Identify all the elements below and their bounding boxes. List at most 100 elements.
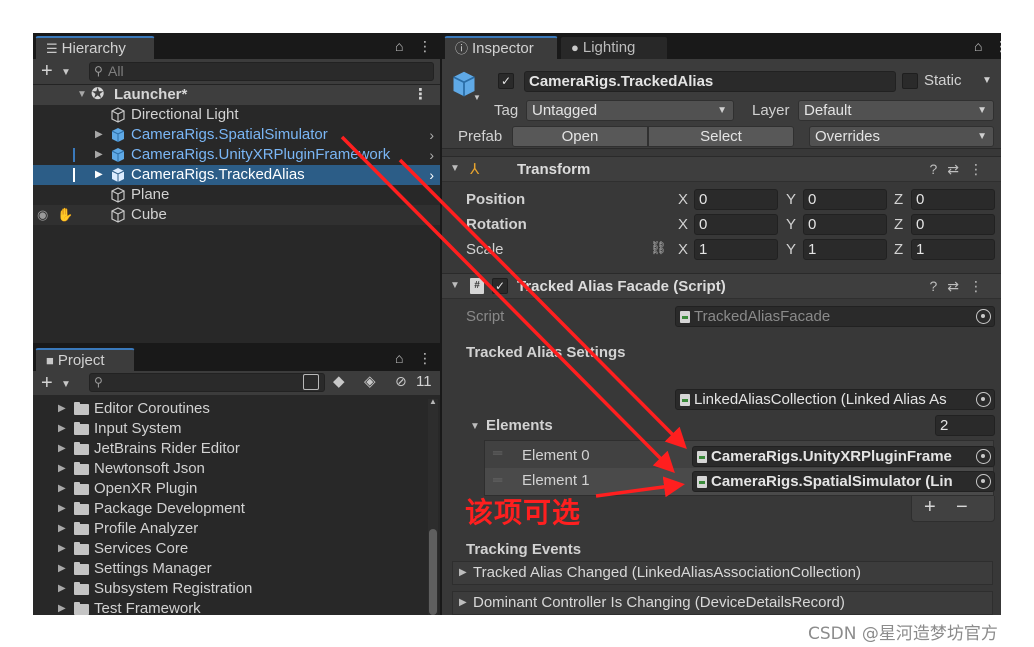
rotation-y-field[interactable]: 0: [803, 214, 887, 235]
tab-project[interactable]: ■ Project: [35, 348, 135, 371]
expand-right-icon[interactable]: ▶: [58, 479, 66, 499]
visibility-eye-icon[interactable]: ◉: [37, 205, 48, 225]
expand-right-icon[interactable]: ▶: [95, 165, 103, 185]
rotation-z-field[interactable]: 0: [911, 214, 995, 235]
hierarchy-item-directional-light[interactable]: Directional Light: [33, 105, 440, 125]
hierarchy-item-unity-xr-plugin-framework[interactable]: ▶ CameraRigs.UnityXRPluginFramework ›: [33, 145, 440, 165]
object-name-field[interactable]: CameraRigs.TrackedAlias: [524, 71, 896, 92]
expand-right-icon[interactable]: ▶: [58, 459, 66, 479]
tab-inspector[interactable]: ⓘ Inspector: [444, 36, 558, 59]
search-by-type-icon[interactable]: [303, 374, 319, 390]
project-folder-row[interactable]: ▶ Profile Analyzer: [33, 519, 428, 539]
position-x-field[interactable]: 0: [694, 189, 778, 210]
kebab-menu-icon[interactable]: ⋮: [418, 38, 432, 55]
overrides-dropdown[interactable]: Overrides ▼: [809, 126, 994, 147]
pickable-hand-icon[interactable]: ✋: [57, 205, 73, 225]
element1-object-field[interactable]: CameraRigs.SpatialSimulator (Lin: [692, 471, 995, 492]
expand-right-icon[interactable]: ▶: [58, 519, 66, 539]
kebab-menu-icon[interactable]: ⋮: [994, 38, 1001, 55]
expand-right-icon[interactable]: ▶: [95, 125, 103, 145]
position-y-field[interactable]: 0: [803, 189, 887, 210]
scale-y-field[interactable]: 1: [803, 239, 887, 260]
object-picker-icon[interactable]: [976, 474, 991, 489]
hierarchy-item-plane[interactable]: Plane: [33, 185, 440, 205]
drag-handle-icon[interactable]: ═: [493, 445, 502, 460]
component-header-icons[interactable]: ?⇄⋮: [929, 278, 993, 295]
scrollbar-thumb[interactable]: [429, 529, 437, 615]
hierarchy-item-cube[interactable]: ◉ ✋ Cube: [33, 205, 440, 225]
linked-alias-collection-field[interactable]: LinkedAliasCollection (Linked Alias As: [675, 389, 995, 410]
scroll-up-icon[interactable]: ▲: [429, 397, 437, 406]
project-folder-row[interactable]: ▶ Newtonsoft Json: [33, 459, 428, 479]
project-folder-row[interactable]: ▶ Services Core: [33, 539, 428, 559]
project-folder-row[interactable]: ▶ JetBrains Rider Editor: [33, 439, 428, 459]
element0-object-field[interactable]: CameraRigs.UnityXRPluginFrame: [692, 446, 995, 467]
tab-lighting[interactable]: ● Lighting: [560, 36, 668, 59]
expand-right-icon[interactable]: ▶: [58, 599, 66, 615]
project-folder-row[interactable]: ▶ OpenXR Plugin: [33, 479, 428, 499]
expand-right-icon[interactable]: ▶: [58, 499, 66, 519]
label-tag-icon[interactable]: ◈: [364, 372, 376, 390]
prefab-open-button[interactable]: Open: [512, 126, 648, 147]
project-scrollbar[interactable]: ▲: [428, 397, 438, 615]
chevron-right-icon[interactable]: ›: [429, 125, 434, 145]
lock-icon[interactable]: ⌂: [395, 38, 403, 54]
foldout-right-icon[interactable]: ▶: [459, 592, 467, 614]
expand-right-icon[interactable]: ▶: [95, 145, 103, 165]
caret-down-icon[interactable]: ▼: [473, 93, 481, 102]
active-checkbox[interactable]: ✓: [498, 73, 514, 89]
position-z-field[interactable]: 0: [911, 189, 995, 210]
layer-dropdown[interactable]: Default ▼: [798, 100, 994, 121]
scale-x-field[interactable]: 1: [694, 239, 778, 260]
static-caret-icon[interactable]: ▼: [982, 75, 992, 86]
static-checkbox[interactable]: [902, 73, 918, 89]
transform-header[interactable]: ▼ ⅄ Transform ?⇄⋮: [442, 156, 1001, 182]
expand-right-icon[interactable]: ▶: [58, 559, 66, 579]
elements-count-field[interactable]: 2: [935, 415, 995, 436]
create-plus-icon[interactable]: +: [41, 372, 53, 394]
caret-down-icon[interactable]: ▼: [61, 379, 71, 390]
tab-hierarchy[interactable]: ☰ Hierarchy: [35, 36, 155, 59]
rotation-x-field[interactable]: 0: [694, 214, 778, 235]
hierarchy-search-input[interactable]: ⚲ All: [89, 62, 434, 81]
object-picker-icon[interactable]: [976, 449, 991, 464]
foldout-down-icon[interactable]: ▼: [450, 163, 460, 174]
hidden-packages-eye-icon[interactable]: ⊘: [395, 373, 407, 390]
project-folder-row[interactable]: ▶ Subsystem Registration: [33, 579, 428, 599]
scene-menu-icon[interactable]: ⋮: [413, 85, 428, 105]
project-search-input[interactable]: ⚲: [89, 373, 325, 392]
tag-dropdown[interactable]: Untagged ▼: [526, 100, 734, 121]
constrain-link-icon[interactable]: ⛓: [650, 240, 667, 256]
filter-type-icon[interactable]: ◆: [333, 372, 345, 390]
expand-right-icon[interactable]: ▶: [58, 419, 66, 439]
drag-handle-icon[interactable]: ═: [493, 472, 502, 487]
foldout-right-icon[interactable]: ▶: [459, 562, 467, 584]
prefab-select-button[interactable]: Select: [648, 126, 794, 147]
project-folder-row[interactable]: ▶ Input System: [33, 419, 428, 439]
chevron-right-icon[interactable]: ›: [429, 165, 434, 185]
kebab-menu-icon[interactable]: ⋮: [418, 350, 432, 367]
add-element-button[interactable]: +: [924, 496, 936, 519]
event-tracked-alias-changed[interactable]: ▶ Tracked Alias Changed (LinkedAliasAsso…: [452, 561, 993, 585]
expand-right-icon[interactable]: ▶: [58, 439, 66, 459]
script-component-header[interactable]: ▼ # ✓ Tracked Alias Facade (Script) ?⇄⋮: [442, 273, 1001, 299]
foldout-down-icon[interactable]: ▼: [450, 280, 460, 291]
scene-row[interactable]: ▼ ✪ Launcher* ⋮: [33, 85, 440, 105]
expand-right-icon[interactable]: ▶: [58, 539, 66, 559]
foldout-down-icon[interactable]: ▼: [470, 421, 480, 432]
event-dominant-controller-changing[interactable]: ▶ Dominant Controller Is Changing (Devic…: [452, 591, 993, 615]
expand-right-icon[interactable]: ▶: [58, 399, 66, 419]
remove-element-button[interactable]: −: [956, 496, 968, 519]
hierarchy-item-tracked-alias[interactable]: ▶ CameraRigs.TrackedAlias ›: [33, 165, 440, 185]
expand-down-icon[interactable]: ▼: [77, 85, 87, 105]
create-plus-icon[interactable]: +: [41, 60, 53, 82]
hierarchy-item-spatial-simulator[interactable]: ▶ CameraRigs.SpatialSimulator ›: [33, 125, 440, 145]
expand-right-icon[interactable]: ▶: [58, 579, 66, 599]
lock-icon[interactable]: ⌂: [974, 38, 982, 54]
project-folder-row[interactable]: ▶ Package Development: [33, 499, 428, 519]
component-enabled-checkbox[interactable]: ✓: [492, 278, 508, 294]
project-folder-row[interactable]: ▶ Settings Manager: [33, 559, 428, 579]
project-folder-row[interactable]: ▶ Test Framework: [33, 599, 428, 615]
object-picker-icon[interactable]: [976, 392, 991, 407]
lock-icon[interactable]: ⌂: [395, 350, 403, 366]
